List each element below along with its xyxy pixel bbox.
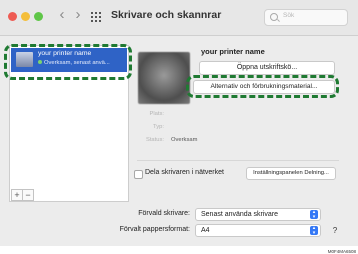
toolbar: ‹ › Skrivare och skannrar Sök [0, 0, 358, 36]
default-printer-select[interactable]: Senast använda skrivare ▴ ▾ [195, 208, 321, 221]
printers-window: ‹ › Skrivare och skannrar Sök your print… [0, 0, 358, 246]
detail-printer-name: your printer name [201, 47, 265, 56]
sharing-preferences-button[interactable]: Inställningspanelen Delning... [246, 167, 336, 180]
updown-chevron-icon: ▴ ▾ [310, 210, 318, 219]
default-paper-value: A4 [201, 227, 210, 234]
share-printer-checkbox[interactable] [134, 170, 143, 179]
zoom-window-button[interactable] [34, 12, 43, 21]
status-label: Status: [145, 137, 164, 143]
type-label: Typ: [153, 124, 164, 130]
close-window-button[interactable] [8, 12, 17, 21]
default-printer-value: Senast använda skrivare [201, 211, 279, 218]
open-print-queue-button[interactable]: Öppna utskriftskö... [199, 61, 335, 75]
printer-image [138, 52, 190, 104]
default-paper-label: Förvalt pappersformat: [119, 226, 190, 233]
highlight-printer-list [4, 44, 132, 80]
status-value: Overksam [171, 137, 198, 143]
back-button[interactable]: ‹ [55, 6, 69, 24]
default-paper-select[interactable]: A4 ▴ ▾ [195, 224, 321, 237]
minimize-window-button[interactable] [21, 12, 30, 21]
show-all-grid-icon[interactable] [91, 12, 101, 22]
search-input[interactable]: Sök [264, 9, 348, 26]
help-button[interactable]: ? [329, 225, 341, 237]
figure-caption: M0F4MA6508 [327, 249, 356, 254]
updown-chevron-icon: ▴ ▾ [310, 226, 318, 235]
search-icon [270, 13, 278, 21]
highlight-options-button [186, 75, 339, 98]
share-printer-label: Dela skrivaren i nätverket [145, 169, 224, 176]
list-controls: + − [9, 189, 34, 201]
default-printer-label: Förvald skrivare: [138, 210, 190, 217]
divider [137, 160, 339, 161]
remove-printer-button[interactable]: − [22, 189, 34, 201]
window-title: Skrivare och skannrar [111, 9, 222, 21]
forward-button[interactable]: › [71, 6, 85, 24]
search-placeholder: Sök [283, 12, 295, 19]
location-label: Plats: [149, 111, 165, 117]
